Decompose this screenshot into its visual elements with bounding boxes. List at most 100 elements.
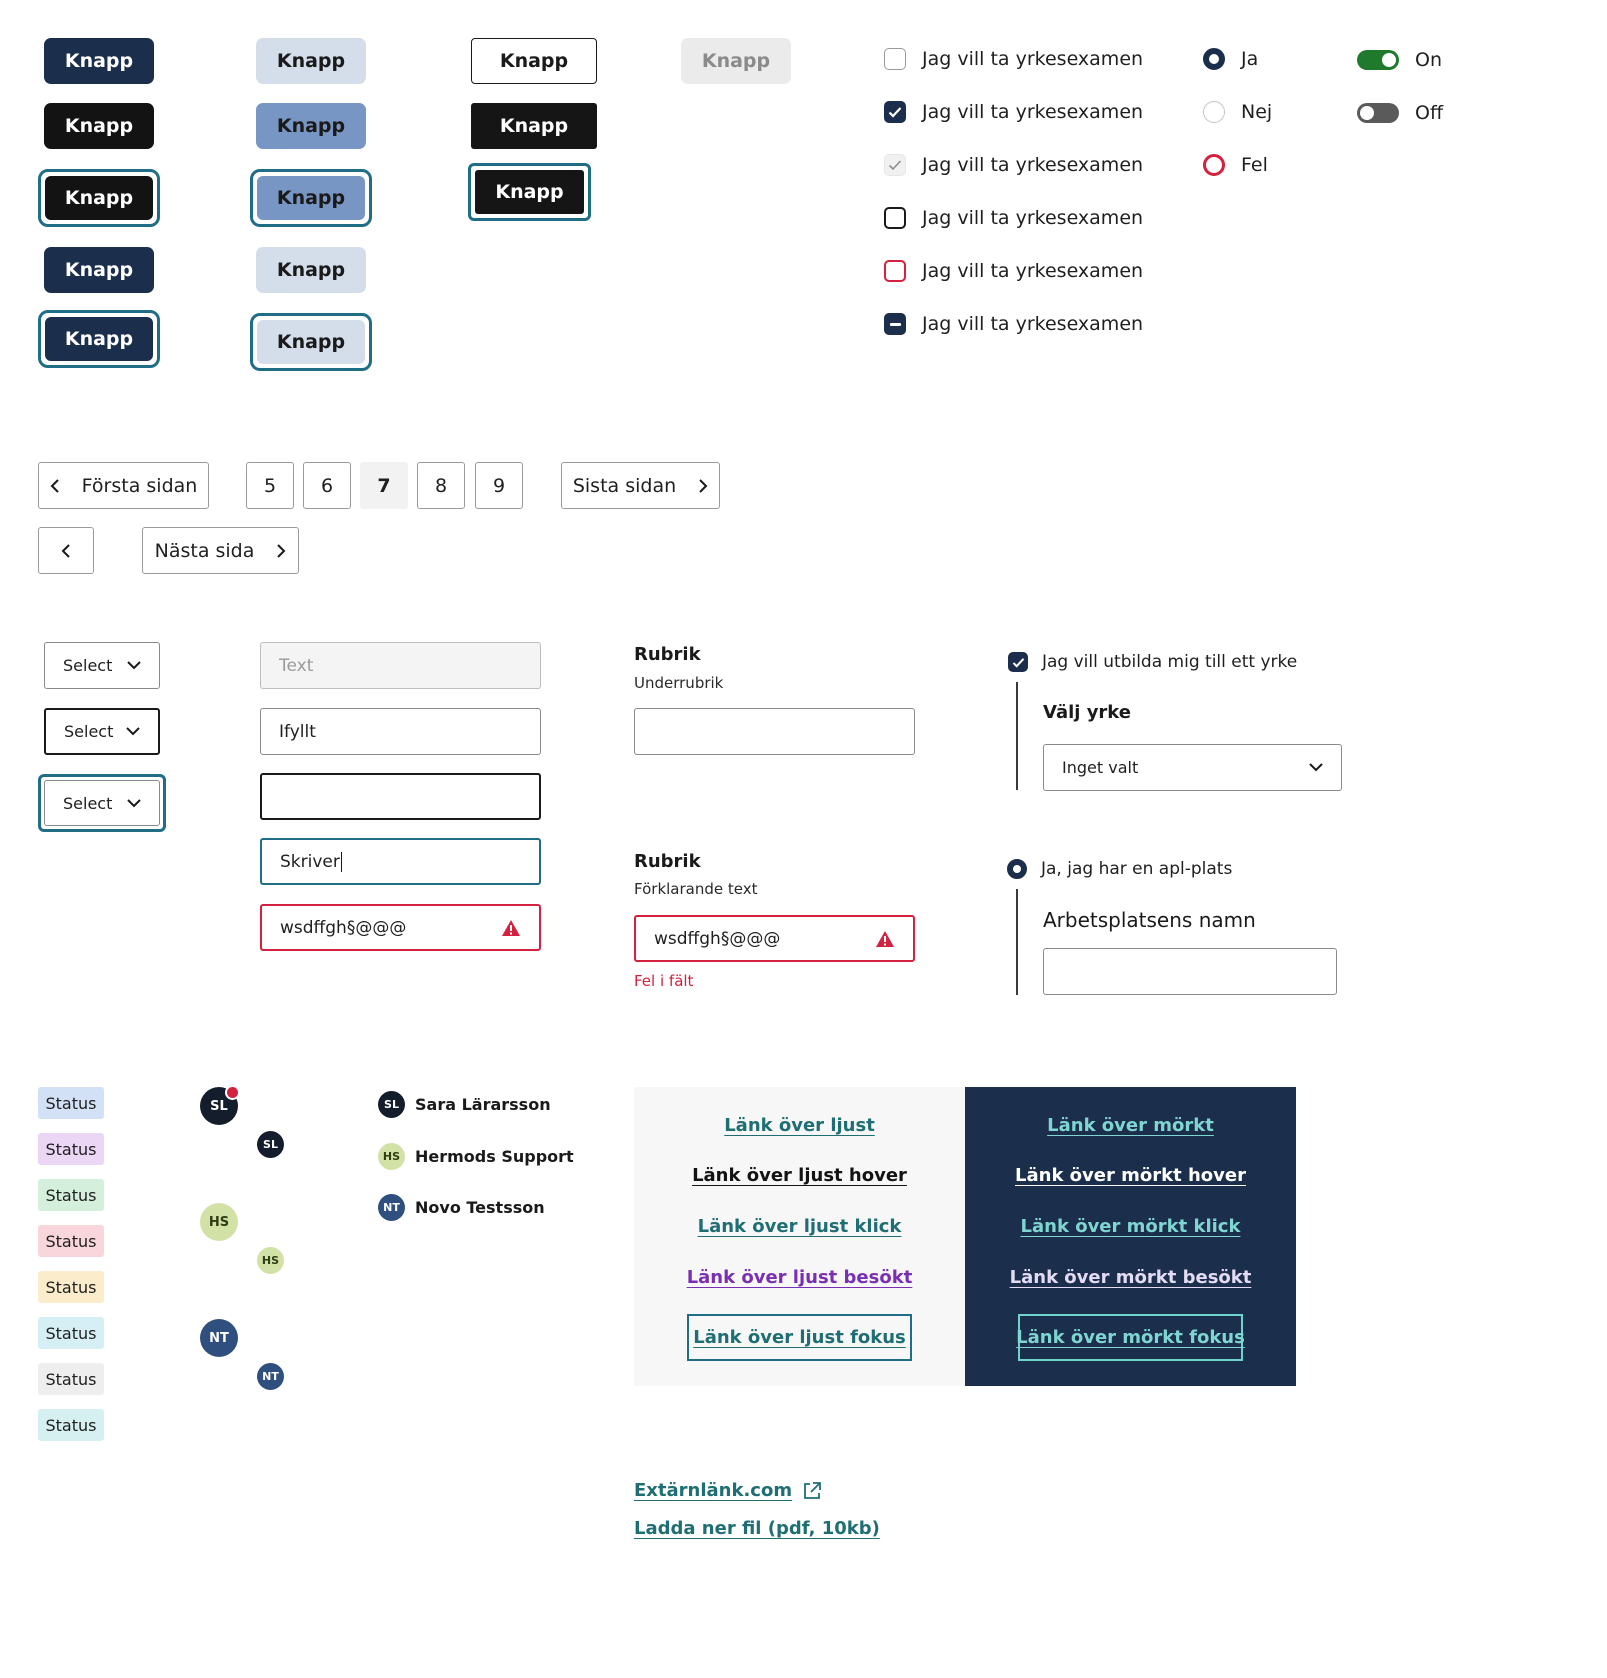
pagination-page-current[interactable]: 7 — [360, 462, 408, 509]
external-link[interactable]: Extärnlänk.com — [634, 1480, 792, 1501]
link-dark-default[interactable]: Länk över mörkt — [965, 1115, 1296, 1136]
select-hover[interactable]: Select — [44, 708, 160, 755]
radio-selected[interactable] — [1007, 859, 1027, 879]
toggle-row-off[interactable]: Off — [1357, 102, 1443, 124]
labeled-text-input[interactable] — [634, 708, 915, 755]
pagination-page-9[interactable]: 9 — [475, 462, 523, 509]
checkbox-row-disabled-checked: Jag vill ta yrkesexamen — [884, 154, 1143, 176]
input-placeholder: Text — [279, 655, 314, 676]
link-light-hover[interactable]: Länk över ljust hover — [634, 1165, 965, 1186]
link-light-active[interactable]: Länk över ljust klick — [634, 1216, 965, 1237]
toggle-knob — [1360, 106, 1374, 120]
text-input-typing[interactable]: Skriver — [260, 838, 541, 885]
input-label: Arbetsplatsens namn — [1043, 908, 1256, 932]
button-secondary-pressed[interactable]: Knapp — [256, 247, 366, 293]
checkbox-checked[interactable] — [884, 101, 906, 123]
checkbox[interactable] — [884, 48, 906, 70]
pagination-page-6[interactable]: 6 — [303, 462, 351, 509]
input-value: Ifyllt — [279, 721, 316, 742]
pagination-first-button[interactable]: Första sidan — [38, 462, 209, 509]
radio-row-error[interactable]: Fel — [1203, 154, 1268, 176]
select-focus[interactable]: Select — [44, 780, 160, 826]
radio-row-yes[interactable]: Ja — [1203, 48, 1258, 70]
link-light-focus[interactable]: Länk över ljust fokus — [693, 1327, 906, 1348]
link-light-visited[interactable]: Länk över ljust besökt — [634, 1267, 965, 1288]
field-title: Rubrik — [634, 644, 701, 665]
conditional-radio-row[interactable]: Ja, jag har en apl-plats — [1007, 859, 1232, 879]
avatar-initials: NT — [209, 1330, 229, 1346]
checkbox-row-checked[interactable]: Jag vill ta yrkesexamen — [884, 101, 1143, 123]
toggle-switch-off[interactable] — [1357, 103, 1399, 123]
labeled-text-input-error[interactable]: wsdffgh§@@@ — [634, 915, 915, 962]
checkbox-row-unchecked[interactable]: Jag vill ta yrkesexamen — [884, 48, 1143, 70]
avatar-large: SL — [200, 1085, 240, 1125]
notification-dot — [225, 1085, 240, 1100]
external-link-icon — [804, 1481, 821, 1499]
checkbox-row-focus[interactable]: Jag vill ta yrkesexamen — [884, 207, 1143, 229]
status-badge-list: Status Status Status Status Status Statu… — [38, 1087, 104, 1441]
link-dark-focus-ring: Länk över mörkt fokus — [1016, 1314, 1245, 1361]
status-badge-info: Status — [38, 1087, 104, 1119]
chevron-right-icon — [699, 478, 708, 493]
select-default[interactable]: Select — [44, 642, 160, 689]
checkbox-checked[interactable] — [1008, 652, 1028, 672]
button-primary-pressed-focus-ring: Knapp — [38, 310, 160, 368]
pagination-last-button[interactable]: Sista sidan — [561, 462, 720, 509]
button-secondary-hover[interactable]: Knapp — [256, 103, 366, 149]
avatar-small: HS — [257, 1247, 284, 1274]
text-input-error[interactable]: wsdffgh§@@@ — [260, 904, 541, 951]
avatar-initials: SL — [384, 1098, 399, 1111]
pagination-page-5[interactable]: 5 — [246, 462, 294, 509]
text-input-hover[interactable] — [260, 773, 541, 820]
avatar-initials: SL — [263, 1138, 278, 1151]
button-primary-hover[interactable]: Knapp — [44, 103, 154, 149]
link-light-default[interactable]: Länk över ljust — [634, 1115, 965, 1136]
checkbox-indeterminate[interactable] — [884, 313, 906, 335]
download-link[interactable]: Ladda ner fil (pdf, 10kb) — [634, 1518, 880, 1539]
pagination-next-button[interactable]: Nästa sida — [142, 527, 299, 574]
checkbox-row-error[interactable]: Jag vill ta yrkesexamen — [884, 260, 1143, 282]
text-input-disabled: Text — [260, 642, 541, 689]
link-dark-active[interactable]: Länk över mörkt klick — [965, 1216, 1296, 1237]
pagination-page-8[interactable]: 8 — [417, 462, 465, 509]
link-dark-visited[interactable]: Länk över mörkt besökt — [965, 1267, 1296, 1288]
button-primary-pressed-focus[interactable]: Knapp — [45, 317, 153, 361]
button-secondary-pressed-focus[interactable]: Knapp — [257, 320, 365, 364]
button-primary-pressed[interactable]: Knapp — [44, 247, 154, 293]
checkbox-disabled — [884, 154, 906, 176]
checkbox-row-indeterminate[interactable]: Jag vill ta yrkesexamen — [884, 313, 1143, 335]
avatar-initials: SL — [210, 1098, 228, 1114]
check-icon — [888, 160, 902, 171]
button-primary[interactable]: Knapp — [44, 38, 154, 84]
select-value: Select — [63, 656, 113, 675]
button-tertiary[interactable]: Knapp — [471, 38, 597, 84]
pagination-last-label: Sista sidan — [572, 474, 677, 497]
radio-row-no[interactable]: Nej — [1203, 101, 1272, 123]
external-link-row[interactable]: Extärnlänk.com — [634, 1480, 822, 1501]
workplace-name-input[interactable] — [1043, 948, 1337, 995]
radio-error[interactable] — [1203, 154, 1225, 176]
field-helper-text: Förklarande text — [634, 880, 758, 898]
checkbox-focus[interactable] — [884, 207, 906, 229]
chevron-left-icon — [61, 543, 70, 558]
conditional-checkbox-row[interactable]: Jag vill utbilda mig till ett yrke — [1008, 652, 1297, 672]
field-error-message: Fel i fält — [634, 972, 694, 990]
status-badge-cyan: Status — [38, 1317, 104, 1349]
checkbox-error[interactable] — [884, 260, 906, 282]
text-input-filled[interactable]: Ifyllt — [260, 708, 541, 755]
button-tertiary-focus-ring: Knapp — [468, 163, 591, 221]
radio-selected[interactable] — [1203, 48, 1225, 70]
button-secondary[interactable]: Knapp — [256, 38, 366, 84]
button-tertiary-focus[interactable]: Knapp — [475, 170, 584, 214]
toggle-row-on[interactable]: On — [1357, 49, 1442, 71]
occupation-select[interactable]: Inget valt — [1043, 744, 1342, 791]
button-secondary-focus[interactable]: Knapp — [257, 176, 365, 220]
link-dark-hover[interactable]: Länk över mörkt hover — [965, 1165, 1296, 1186]
radio-unselected[interactable] — [1203, 101, 1225, 123]
pagination-prev-button[interactable] — [38, 527, 94, 574]
checkbox-label: Jag vill ta yrkesexamen — [922, 101, 1144, 123]
toggle-switch-on[interactable] — [1357, 50, 1399, 70]
button-tertiary-hover[interactable]: Knapp — [471, 103, 597, 149]
link-dark-focus[interactable]: Länk över mörkt fokus — [1016, 1327, 1245, 1348]
button-primary-focus[interactable]: Knapp — [45, 176, 153, 220]
